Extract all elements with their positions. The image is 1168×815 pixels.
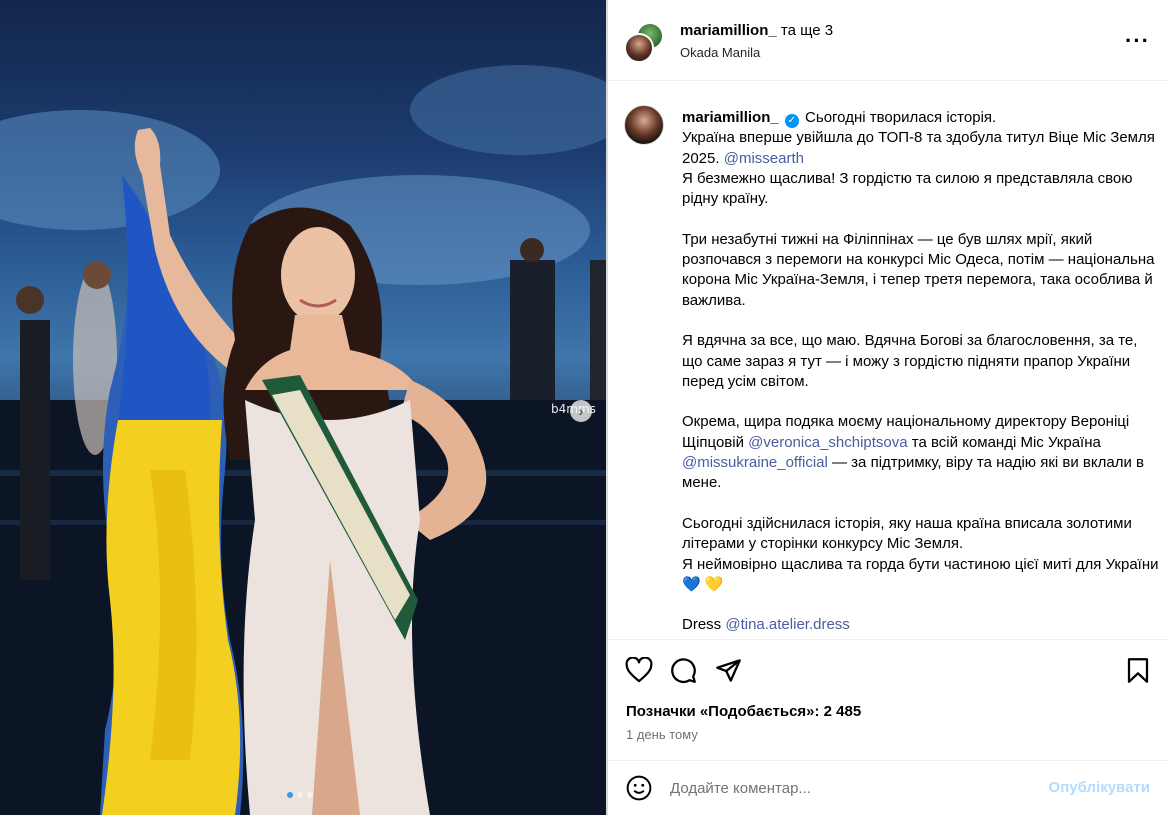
mention-link[interactable]: @tina.atelier.dress <box>725 616 849 633</box>
caption-username[interactable]: mariamillion_ <box>682 109 779 126</box>
post-timestamp[interactable]: 1 день тому <box>626 727 698 742</box>
chevron-right-icon: › <box>578 403 584 419</box>
caption-paragraph: Я вдячна за все, що маю. Вдячна Богові з… <box>682 332 1138 390</box>
instagram-post-modal: b4mms › mariamillion_ та ще 3 Okada Mani… <box>0 0 1168 815</box>
paper-plane-icon[interactable] <box>715 657 742 689</box>
carousel-dot <box>287 792 293 798</box>
header-username[interactable]: mariamillion_ <box>680 22 777 39</box>
likes-count[interactable]: Позначки «Подобається»: 2 485 <box>626 703 861 720</box>
caption-line: Я неймовірно щаслива та горда бути части… <box>682 555 1159 593</box>
carousel-dots <box>287 792 313 798</box>
caption-line: Dress <box>682 616 722 634</box>
header-title: mariamillion_ та ще 3 <box>680 22 833 39</box>
ellipsis-icon: ··· <box>1125 28 1150 53</box>
bookmark-icon[interactable] <box>1126 657 1150 689</box>
publish-button[interactable]: Опублікувати <box>1049 779 1150 796</box>
mention-link[interactable]: @missukraine_official <box>682 454 828 471</box>
verified-badge-icon: ✓ <box>784 114 799 128</box>
caption-text: mariamillion_ ✓ Сьогодні творилася істор… <box>682 108 1160 636</box>
carousel-dot <box>307 792 313 798</box>
mention-link[interactable]: @missearth <box>724 150 804 167</box>
caption-line: Я безмежно щаслива! З гордістю та силою … <box>682 169 1133 208</box>
comment-icon[interactable] <box>670 657 697 689</box>
header-coauthors[interactable]: та ще 3 <box>781 22 833 39</box>
heart-icon[interactable] <box>625 656 653 688</box>
post-caption: mariamillion_ ✓ Сьогодні творилася істор… <box>608 81 1168 639</box>
caption-paragraph: Три незабутні тижні на Філіппінах — це б… <box>682 230 1155 309</box>
comment-bar: Опублікувати <box>608 760 1168 815</box>
post-side-panel: mariamillion_ та ще 3 Okada Manila ··· m… <box>608 0 1168 815</box>
caption-line: Сьогодні творилася історія. <box>805 109 997 126</box>
collab-avatars[interactable] <box>624 22 664 63</box>
caption-avatar[interactable] <box>624 105 664 145</box>
post-actions <box>608 639 1168 683</box>
mention-link[interactable]: @veronica_shchiptsova <box>748 434 907 451</box>
comment-input[interactable] <box>670 777 1030 799</box>
emoji-icon[interactable] <box>626 775 652 806</box>
more-options-button[interactable]: ··· <box>1125 28 1150 54</box>
caption-line: та всій команді Міс Україна <box>911 433 1101 451</box>
post-photo[interactable]: b4mms › <box>0 0 606 815</box>
caption-line: Сьогодні здійснилася історія, яку наша к… <box>682 514 1132 553</box>
photo-illustration <box>0 65 606 815</box>
carousel-dot <box>297 792 303 798</box>
post-header: mariamillion_ та ще 3 Okada Manila ··· <box>608 0 1168 81</box>
avatar <box>624 33 654 63</box>
next-photo-button[interactable]: › <box>570 400 592 422</box>
header-location[interactable]: Okada Manila <box>680 45 760 60</box>
